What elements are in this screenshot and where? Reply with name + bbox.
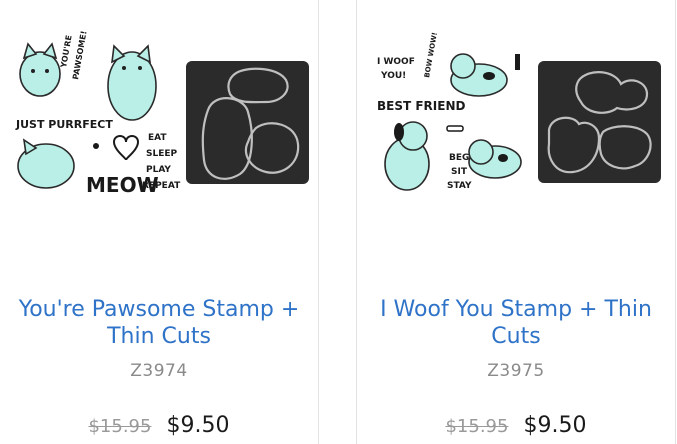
svg-text:SLEEP: SLEEP [146, 149, 178, 159]
svg-text:SIT: SIT [451, 167, 468, 177]
svg-text:YOU'RE: YOU'RE [59, 34, 74, 69]
svg-text:YOU!: YOU! [380, 71, 406, 81]
sitting-cat-stamp-icon [107, 44, 157, 121]
sitting-dog-stamp-icon [384, 121, 430, 191]
svg-text:STAY: STAY [447, 181, 472, 191]
product-sku: Z3974 [130, 361, 188, 381]
original-price: $15.95 [88, 416, 152, 437]
sale-price: $9.50 [166, 413, 230, 438]
sleeping-cat-stamp-icon [17, 138, 75, 189]
original-price: $15.95 [445, 416, 509, 437]
product-title-link[interactable]: You're Pawsome Stamp + Thin Cuts [0, 296, 318, 350]
product-sku: Z3975 [487, 361, 545, 381]
svg-text:BEST FRIEND: BEST FRIEND [377, 99, 465, 113]
svg-text:REPEAT: REPEAT [142, 181, 181, 191]
price-row: $15.95 $9.50 [0, 413, 318, 438]
svg-text:BOW WOW!: BOW WOW! [423, 32, 439, 79]
sale-price: $9.50 [523, 413, 587, 438]
product-image[interactable]: YOU'RE PAWSOME! JUST PURRFECT MEOW EAT S… [0, 28, 318, 208]
running-dog-stamp-icon [450, 53, 508, 97]
svg-text:BEG: BEG [449, 153, 469, 163]
svg-text:EAT: EAT [148, 133, 167, 143]
lying-dog-stamp-icon [468, 139, 522, 179]
svg-text:I WOOF: I WOOF [377, 57, 415, 67]
price-row: $15.95 $9.50 [357, 413, 675, 438]
thin-cuts-die-plate-icon [186, 61, 309, 184]
cat-stamp-icon [19, 42, 61, 97]
product-card[interactable]: I WOOF YOU! BOW WOW! BEST FRIEND BEG SIT… [356, 0, 676, 444]
product-title-link[interactable]: I Woof You Stamp + Thin Cuts [357, 296, 675, 350]
product-card[interactable]: YOU'RE PAWSOME! JUST PURRFECT MEOW EAT S… [0, 0, 319, 444]
thin-cuts-die-plate-icon [538, 61, 661, 183]
product-image[interactable]: I WOOF YOU! BOW WOW! BEST FRIEND BEG SIT… [357, 28, 675, 208]
svg-text:PLAY: PLAY [146, 165, 171, 175]
svg-text:JUST PURRFECT: JUST PURRFECT [15, 118, 113, 131]
svg-text:PAWSOME!: PAWSOME! [71, 30, 88, 80]
